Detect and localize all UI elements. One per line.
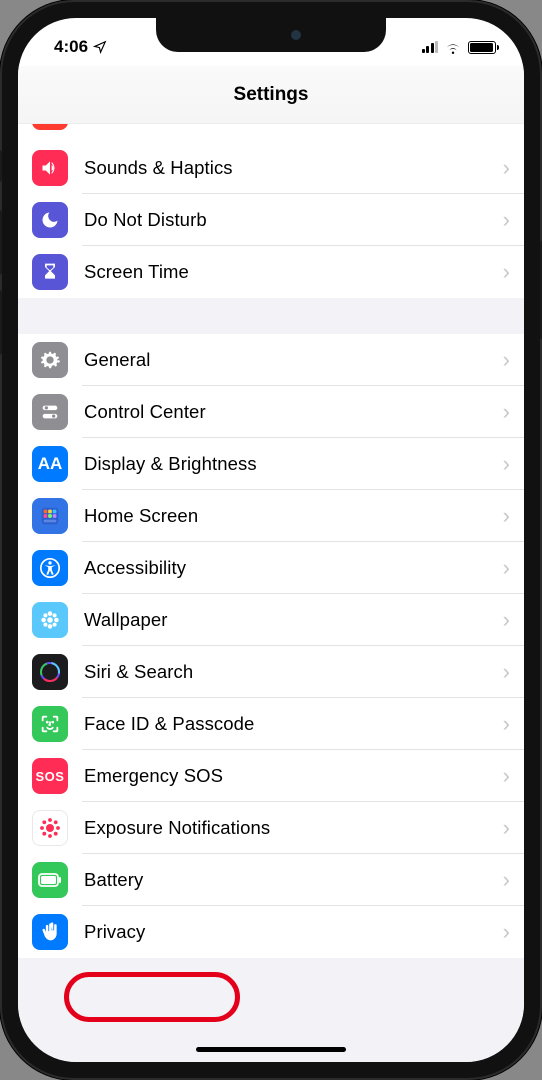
chevron-right-icon: › <box>503 451 510 477</box>
row-label: Privacy <box>84 921 503 943</box>
chevron-right-icon: › <box>503 124 510 125</box>
row-label: Display & Brightness <box>84 453 503 475</box>
chevron-right-icon: › <box>503 155 510 181</box>
row-exposure[interactable]: Exposure Notifications › <box>18 802 524 854</box>
faceid-icon <box>32 706 68 742</box>
exposure-icon <box>32 810 68 846</box>
homegrid-icon <box>32 498 68 534</box>
gear-icon <box>32 342 68 378</box>
status-time: 4:06 <box>54 37 88 57</box>
settings-list[interactable]: Notifications › Sounds & Haptics › <box>18 124 524 1062</box>
volume-up-button <box>0 210 2 275</box>
row-label: Exposure Notifications <box>84 817 503 839</box>
settings-group-general: General › Control Center › AA D <box>18 334 524 958</box>
speaker-icon <box>32 150 68 186</box>
row-label: Do Not Disturb <box>84 209 503 231</box>
mute-switch <box>0 150 2 182</box>
row-controlcenter[interactable]: Control Center › <box>18 386 524 438</box>
row-label: Face ID & Passcode <box>84 713 503 735</box>
page-title: Settings <box>234 84 309 106</box>
row-screentime[interactable]: Screen Time › <box>18 246 524 298</box>
chevron-right-icon: › <box>503 503 510 529</box>
row-label: Screen Time <box>84 261 503 283</box>
toggles-icon <box>32 394 68 430</box>
wifi-icon <box>444 41 462 54</box>
row-wallpaper[interactable]: Wallpaper › <box>18 594 524 646</box>
annotation-highlight <box>64 972 240 1022</box>
chevron-right-icon: › <box>503 399 510 425</box>
location-icon <box>93 40 107 54</box>
nav-header: Settings <box>18 66 524 124</box>
notch <box>156 18 386 52</box>
row-battery[interactable]: Battery › <box>18 854 524 906</box>
row-sounds[interactable]: Sounds & Haptics › <box>18 142 524 194</box>
siri-icon <box>32 654 68 690</box>
settings-group-personalize: Notifications › Sounds & Haptics › <box>18 124 524 298</box>
chevron-right-icon: › <box>503 867 510 893</box>
chevron-right-icon: › <box>503 815 510 841</box>
row-display[interactable]: AA Display & Brightness › <box>18 438 524 490</box>
phone-frame: 4:06 Settings <box>0 0 542 1080</box>
row-label: Siri & Search <box>84 661 503 683</box>
moon-icon <box>32 202 68 238</box>
cellular-signal-icon <box>422 41 439 53</box>
row-dnd[interactable]: Do Not Disturb › <box>18 194 524 246</box>
screen: 4:06 Settings <box>18 18 524 1062</box>
row-label: Sounds & Haptics <box>84 157 503 179</box>
row-label: General <box>84 349 503 371</box>
row-faceid[interactable]: Face ID & Passcode › <box>18 698 524 750</box>
chevron-right-icon: › <box>503 659 510 685</box>
chevron-right-icon: › <box>503 711 510 737</box>
chevron-right-icon: › <box>503 607 510 633</box>
row-homescreen[interactable]: Home Screen › <box>18 490 524 542</box>
textsize-icon: AA <box>32 446 68 482</box>
bell-icon <box>32 124 68 130</box>
hand-icon <box>32 914 68 950</box>
flower-icon <box>32 602 68 638</box>
accessibility-icon <box>32 550 68 586</box>
battery-icon <box>468 41 496 54</box>
row-notifications-partial[interactable]: Notifications › <box>18 124 524 142</box>
row-label: Home Screen <box>84 505 503 527</box>
chevron-right-icon: › <box>503 347 510 373</box>
battery-row-icon <box>32 862 68 898</box>
chevron-right-icon: › <box>503 555 510 581</box>
row-general[interactable]: General › <box>18 334 524 386</box>
row-label: Wallpaper <box>84 609 503 631</box>
row-label: Emergency SOS <box>84 765 503 787</box>
volume-down-button <box>0 290 2 355</box>
row-siri[interactable]: Siri & Search › <box>18 646 524 698</box>
home-indicator[interactable] <box>196 1047 346 1052</box>
chevron-right-icon: › <box>503 763 510 789</box>
row-accessibility[interactable]: Accessibility › <box>18 542 524 594</box>
chevron-right-icon: › <box>503 207 510 233</box>
hourglass-icon <box>32 254 68 290</box>
row-privacy[interactable]: Privacy › <box>18 906 524 958</box>
row-label: Accessibility <box>84 557 503 579</box>
row-label: Battery <box>84 869 503 891</box>
chevron-right-icon: › <box>503 259 510 285</box>
sos-icon: SOS <box>32 758 68 794</box>
row-sos[interactable]: SOS Emergency SOS › <box>18 750 524 802</box>
row-label: Control Center <box>84 401 503 423</box>
chevron-right-icon: › <box>503 919 510 945</box>
